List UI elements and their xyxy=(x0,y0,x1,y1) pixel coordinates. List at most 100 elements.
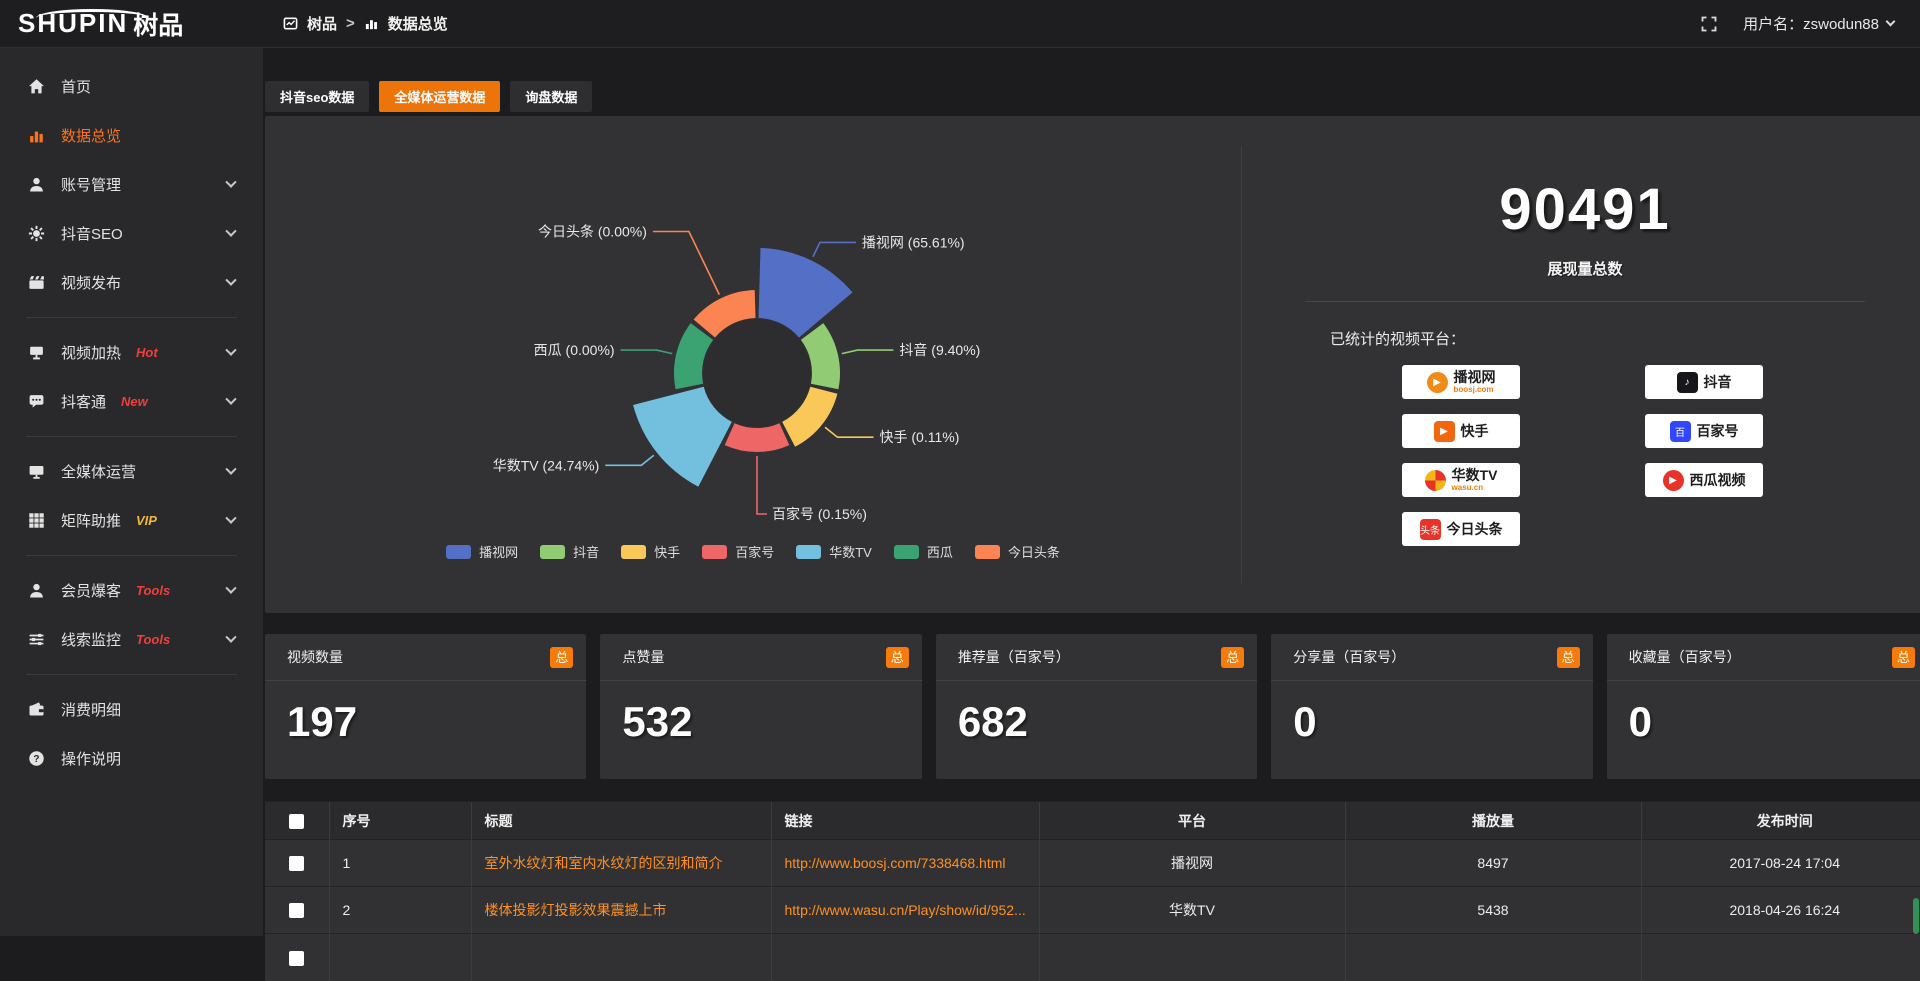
stat-card-value: 682 xyxy=(958,698,1257,746)
row-checkbox[interactable] xyxy=(289,903,304,918)
legend-item-华数TV[interactable]: 华数TV xyxy=(796,542,872,561)
site-icon xyxy=(283,16,298,31)
stat-card-value: 0 xyxy=(1293,698,1592,746)
sidebar-item-label: 线索监控 xyxy=(61,629,121,650)
sliders-icon xyxy=(28,631,45,648)
row-checkbox[interactable] xyxy=(289,856,304,871)
wasu-logo xyxy=(1425,470,1446,491)
stat-card-title: 视频数量 xyxy=(287,647,343,667)
summary-panel: 90491 展现量总数 已统计的视频平台： ▶播视网boosj.com♪抖音▶快… xyxy=(1242,116,1920,613)
sidebar-item-3[interactable]: 抖音SEO xyxy=(0,209,263,258)
legend-item-快手[interactable]: 快手 xyxy=(621,542,680,561)
breadcrumb: 树品 > 数据总览 xyxy=(283,13,448,34)
sidebar-item-6[interactable]: 抖客通New xyxy=(0,377,263,426)
video-title-link[interactable]: 室外水纹灯和室内水纹灯的区别和简介 xyxy=(485,855,723,871)
cell-index: 1 xyxy=(329,840,471,887)
platform-badge-今日头条: 头条今日头条 xyxy=(1402,512,1520,546)
video-url-link[interactable]: http://www.wasu.cn/Play/show/id/952... xyxy=(785,902,1026,918)
tab-2[interactable]: 询盘数据 xyxy=(510,81,592,112)
legend-label: 西瓜 xyxy=(927,542,953,561)
sidebar-item-badge: Tools xyxy=(136,632,170,647)
stat-card-title: 推荐量（百家号） xyxy=(958,647,1070,667)
fullscreen-icon[interactable] xyxy=(1701,16,1717,32)
total-badge[interactable]: 总 xyxy=(1892,647,1915,668)
stat-card-1: 点赞量总532 xyxy=(600,634,921,779)
summary-divider xyxy=(1305,301,1865,302)
stat-card-title: 收藏量（百家号） xyxy=(1629,647,1741,667)
legend-item-西瓜[interactable]: 西瓜 xyxy=(894,542,953,561)
total-badge[interactable]: 总 xyxy=(1221,647,1244,668)
rose-chart-svg: 播视网 (65.61%)抖音 (9.40%)快手 (0.11%)百家号 (0.1… xyxy=(265,136,1241,556)
stat-card-3: 分享量（百家号） 总 0 xyxy=(1271,634,1592,779)
tab-0[interactable]: 抖音seo数据 xyxy=(265,81,369,112)
legend-item-百家号[interactable]: 百家号 xyxy=(702,542,774,561)
legend-item-播视网[interactable]: 播视网 xyxy=(446,542,518,561)
legend-swatch xyxy=(621,545,646,559)
sidebar-item-7[interactable]: 全媒体运营 xyxy=(0,447,263,496)
column-header-4: 播放量 xyxy=(1345,802,1641,840)
sidebar-item-2[interactable]: 账号管理 xyxy=(0,160,263,209)
sidebar-item-1[interactable]: 数据总览 xyxy=(0,111,263,160)
column-header-3: 平台 xyxy=(1039,802,1345,840)
tab-1[interactable]: 全媒体运营数据 xyxy=(379,81,500,112)
platform-name: 播视网 xyxy=(1454,370,1496,384)
sidebar-divider xyxy=(26,674,237,675)
bar-chart-icon xyxy=(28,127,45,144)
slice-label: 西瓜 (0.00%) xyxy=(534,342,615,358)
sidebar-item-9[interactable]: 会员爆客 Tools xyxy=(0,566,263,615)
breadcrumb-item-home[interactable]: 树品 xyxy=(307,13,337,34)
table-header-row: 序号标题链接平台播放量发布时间 xyxy=(265,802,1920,840)
slice-label: 华数TV (24.74%) xyxy=(493,457,600,473)
legend-item-今日头条[interactable]: 今日头条 xyxy=(975,542,1060,561)
stat-card-title: 分享量（百家号） xyxy=(1293,647,1405,667)
platform-name: 华数TV xyxy=(1452,468,1498,482)
platform-name: 西瓜视频 xyxy=(1690,473,1746,487)
chat-icon xyxy=(28,393,45,410)
scrollbar-thumb[interactable] xyxy=(1913,898,1919,934)
row-checkbox[interactable] xyxy=(289,951,304,966)
sidebar-item-label: 数据总览 xyxy=(61,125,121,146)
legend-swatch xyxy=(975,545,1000,559)
kuaishou-logo: ▶ xyxy=(1434,421,1455,442)
legend-item-抖音[interactable]: 抖音 xyxy=(540,542,599,561)
member-icon xyxy=(28,582,45,599)
slice-label: 播视网 (65.61%) xyxy=(862,234,965,250)
platform-name: 今日头条 xyxy=(1447,522,1503,536)
platform-name: 快手 xyxy=(1461,424,1489,438)
data-overview-icon xyxy=(364,16,379,31)
sidebar-item-badge: Tools xyxy=(136,583,170,598)
sidebar-item-12[interactable]: ?操作说明 xyxy=(0,734,263,783)
sidebar-item-8[interactable]: 矩阵助推 VIP xyxy=(0,496,263,545)
chevron-down-icon xyxy=(225,631,236,642)
video-url-link[interactable]: http://www.boosj.com/7338468.html xyxy=(785,855,1006,871)
total-badge[interactable]: 总 xyxy=(886,647,909,668)
sidebar-item-11[interactable]: 消费明细 xyxy=(0,685,263,734)
sidebar-item-badge: Hot xyxy=(136,345,158,360)
sidebar-divider xyxy=(26,436,237,437)
legend-label: 今日头条 xyxy=(1008,542,1060,561)
sidebar-item-4[interactable]: 视频发布 xyxy=(0,258,263,307)
slice-label: 抖音 (9.40%) xyxy=(899,342,980,358)
sidebar-item-5[interactable]: 视频加热Hot xyxy=(0,328,263,377)
sidebar-item-badge: VIP xyxy=(136,513,157,528)
cell-published: 2017-08-24 17:04 xyxy=(1641,840,1920,887)
sidebar-item-label: 操作说明 xyxy=(61,748,121,769)
sidebar-item-label: 矩阵助推 xyxy=(61,510,121,531)
select-all-checkbox[interactable] xyxy=(289,814,304,829)
rose-slice-百家号[interactable] xyxy=(725,423,790,452)
stat-card-4: 收藏量（百家号）总0 xyxy=(1607,634,1920,779)
sidebar-item-label: 会员爆客 xyxy=(61,580,121,601)
video-title-link[interactable]: 楼体投影灯投影效果震撼上市 xyxy=(485,902,667,918)
app-logo: SHUPIN 树品 xyxy=(0,6,263,42)
user-menu[interactable]: 用户名：zswodun88 xyxy=(1743,13,1894,34)
sidebar-item-0[interactable]: 首页 xyxy=(0,62,263,111)
sidebar-item-label: 首页 xyxy=(61,76,91,97)
stat-card-value: 197 xyxy=(287,698,586,746)
sidebar-divider xyxy=(26,555,237,556)
total-badge[interactable]: 总 xyxy=(550,647,573,668)
sidebar-item-10[interactable]: 线索监控 Tools xyxy=(0,615,263,664)
cell-plays: 5438 xyxy=(1345,887,1641,934)
user-icon xyxy=(28,176,45,193)
total-badge[interactable]: 总 xyxy=(1557,647,1580,668)
rose-chart: 播视网 (65.61%)抖音 (9.40%)快手 (0.11%)百家号 (0.1… xyxy=(265,116,1241,613)
